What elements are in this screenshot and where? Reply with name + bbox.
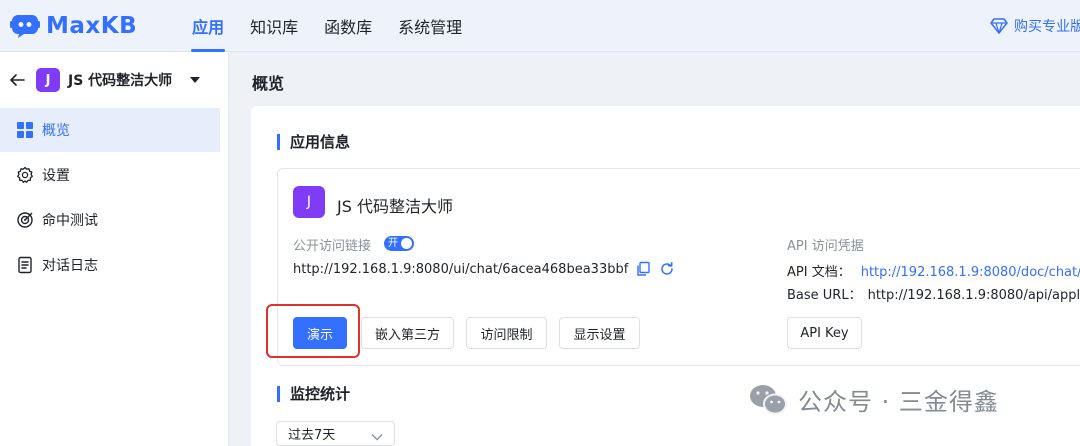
watermark-text: 公众号 · 三金得鑫: [798, 388, 999, 416]
sidebar-item-label: 设置: [42, 168, 70, 184]
nav-item-system-management[interactable]: 系统管理: [385, 0, 475, 52]
document-icon: [18, 256, 32, 274]
public-url: http://192.168.1.9:8080/ui/chat/6acea468…: [293, 262, 629, 277]
demo-button[interactable]: 演示: [293, 317, 347, 349]
app-avatar: J: [293, 186, 325, 218]
api-doc-link[interactable]: http://192.168.1.9:8080/doc/chat/: [861, 265, 1080, 280]
sidebar-item-hit-test[interactable]: 命中测试: [0, 198, 220, 242]
copy-icon[interactable]: [635, 261, 651, 277]
back-arrow-icon[interactable]: [8, 71, 26, 89]
watermark: 公众号 · 三金得鑫: [748, 382, 999, 417]
public-link-toggle[interactable]: 开: [384, 236, 414, 251]
base-url-value: http://192.168.1.9:8080/api/applic: [867, 288, 1080, 303]
embed-third-party-button[interactable]: 嵌入第三方: [361, 317, 454, 349]
brand-name: MaxKB: [46, 12, 138, 39]
top-navigation-bar: MaxKB 应用 知识库 函数库 系统管理 购买专业版: [0, 0, 1080, 52]
chevron-down-icon: [371, 434, 383, 441]
refresh-icon[interactable]: [659, 261, 675, 277]
time-range-select[interactable]: 过去7天: [276, 421, 395, 446]
api-doc-row: API 文档： http://192.168.1.9:8080/doc/chat/: [787, 261, 1080, 280]
main-nav: 应用 知识库 函数库 系统管理: [179, 0, 475, 52]
maxkb-logo-icon: [10, 13, 40, 39]
sidebar-menu: 概览 设置 命中测试 对话日志: [0, 108, 228, 287]
caret-down-icon[interactable]: [190, 77, 201, 83]
base-url-label: Base URL：: [787, 288, 862, 303]
target-icon: [17, 212, 33, 228]
public-link-label: 公开访问链接: [293, 239, 372, 254]
app-switcher: J JS 代码整洁大师: [0, 52, 228, 108]
sidebar-item-settings[interactable]: 设置: [0, 153, 220, 197]
buy-pro-link[interactable]: 购买专业版: [990, 0, 1080, 52]
grid-icon: [17, 122, 33, 138]
gear-icon: [17, 166, 33, 183]
diamond-icon: [990, 18, 1008, 34]
wechat-icon: [750, 384, 787, 414]
display-settings-button[interactable]: 显示设置: [559, 317, 640, 349]
page-title: 概览: [252, 74, 285, 93]
app-avatar: J: [36, 68, 60, 92]
nav-item-apps[interactable]: 应用: [179, 0, 237, 52]
buy-pro-label: 购买专业版: [1014, 19, 1080, 35]
sidebar-item-chat-logs[interactable]: 对话日志: [0, 243, 220, 287]
sidebar-item-label: 概览: [42, 123, 70, 139]
sidebar-item-label: 命中测试: [42, 213, 98, 229]
sidebar-item-overview[interactable]: 概览: [0, 108, 220, 152]
nav-item-function-library[interactable]: 函数库: [311, 0, 385, 52]
access-limit-button[interactable]: 访问限制: [466, 317, 547, 349]
api-key-button[interactable]: API Key: [787, 317, 862, 349]
toggle-text: 开: [388, 238, 398, 249]
toggle-knob: [401, 238, 412, 249]
api-credentials-label: API 访问凭据: [787, 239, 864, 254]
sidebar: J JS 代码整洁大师 概览 设置 命中测试 对话日志: [0, 52, 229, 446]
section-title-app-info: 应用信息: [277, 134, 350, 150]
sidebar-item-label: 对话日志: [42, 258, 98, 274]
api-doc-label: API 文档：: [787, 265, 851, 280]
brand-logo[interactable]: MaxKB: [10, 0, 137, 52]
nav-item-knowledge-base[interactable]: 知识库: [237, 0, 311, 52]
app-name[interactable]: JS 代码整洁大师: [68, 70, 172, 90]
app-name: JS 代码整洁大师: [337, 197, 453, 216]
time-range-value: 过去7天: [288, 428, 336, 443]
section-title-monitor: 监控统计: [277, 386, 350, 402]
base-url-row: Base URL： http://192.168.1.9:8080/api/app…: [787, 284, 1080, 303]
